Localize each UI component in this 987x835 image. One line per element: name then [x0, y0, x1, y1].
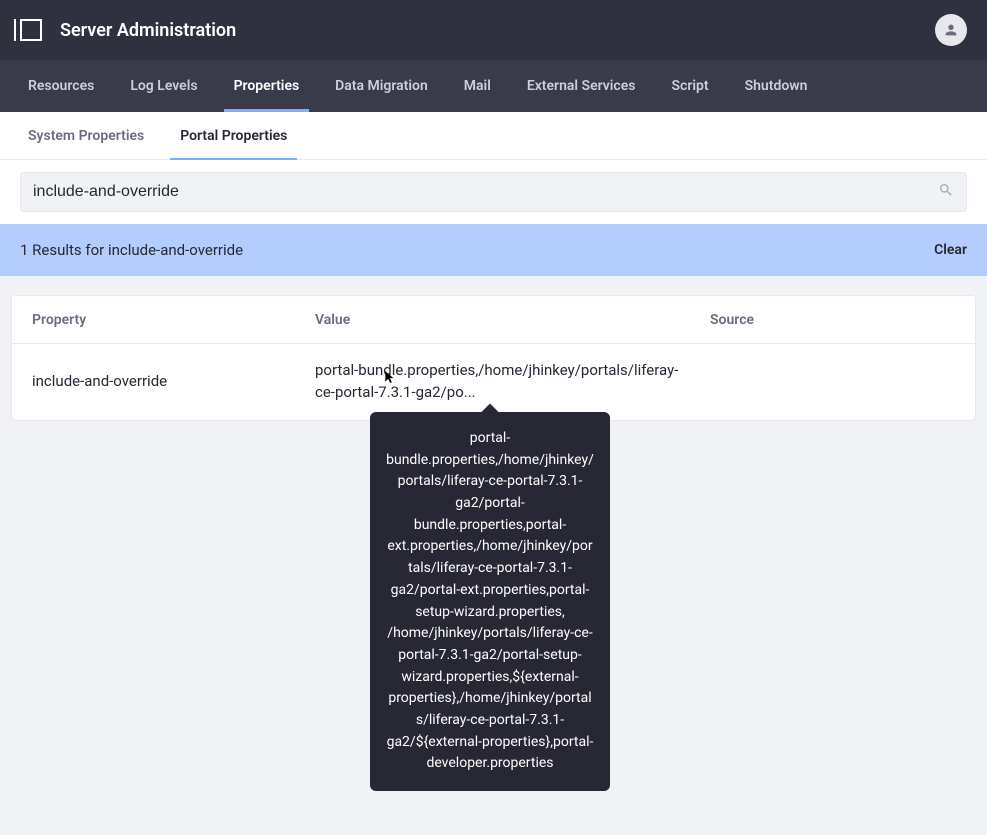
- user-avatar[interactable]: [935, 14, 967, 46]
- tab-external-services[interactable]: External Services: [509, 60, 654, 112]
- table-body: include-and-override portal-bundle.prope…: [12, 344, 975, 420]
- clear-button[interactable]: Clear: [934, 242, 967, 258]
- tab-system-properties[interactable]: System Properties: [10, 112, 162, 159]
- results-bar: 1 Results for include-and-override Clear: [0, 224, 987, 276]
- user-icon: [943, 22, 959, 38]
- tab-data-migration[interactable]: Data Migration: [317, 60, 446, 112]
- tab-resources[interactable]: Resources: [10, 60, 112, 112]
- search-icon[interactable]: [938, 182, 954, 202]
- properties-table: Property Value Source include-and-overri…: [12, 296, 975, 420]
- content-area: Property Value Source include-and-overri…: [0, 276, 987, 440]
- tab-shutdown[interactable]: Shutdown: [727, 60, 826, 112]
- cell-value: portal-bundle.properties,/home/jhinkey/p…: [315, 360, 710, 404]
- cell-property: include-and-override: [32, 371, 315, 393]
- topbar-left: Server Administration: [20, 19, 236, 41]
- tab-script[interactable]: Script: [653, 60, 726, 112]
- tab-portal-properties[interactable]: Portal Properties: [162, 112, 305, 159]
- table-header: Property Value Source: [12, 296, 975, 344]
- search-box: [20, 172, 967, 212]
- search-input[interactable]: [33, 183, 938, 201]
- page-title: Server Administration: [60, 20, 236, 41]
- value-tooltip: portal-bundle.properties,/home/jhinkey/p…: [370, 412, 610, 791]
- value-text: portal-bundle.properties,/home/jhinkey/p…: [315, 361, 678, 401]
- results-text: 1 Results for include-and-override: [20, 241, 243, 259]
- main-tabs: Resources Log Levels Properties Data Mig…: [0, 60, 987, 112]
- topbar: Server Administration: [0, 0, 987, 60]
- header-source: Source: [710, 312, 955, 328]
- tab-properties[interactable]: Properties: [216, 60, 318, 112]
- header-value: Value: [315, 312, 710, 328]
- menu-toggle-icon[interactable]: [20, 19, 42, 41]
- header-property: Property: [32, 312, 315, 328]
- sub-tabs: System Properties Portal Properties: [0, 112, 987, 160]
- cursor-icon: [383, 368, 397, 386]
- table-row: include-and-override portal-bundle.prope…: [12, 344, 975, 420]
- search-container: [0, 160, 987, 224]
- tab-log-levels[interactable]: Log Levels: [112, 60, 215, 112]
- tab-mail[interactable]: Mail: [446, 60, 509, 112]
